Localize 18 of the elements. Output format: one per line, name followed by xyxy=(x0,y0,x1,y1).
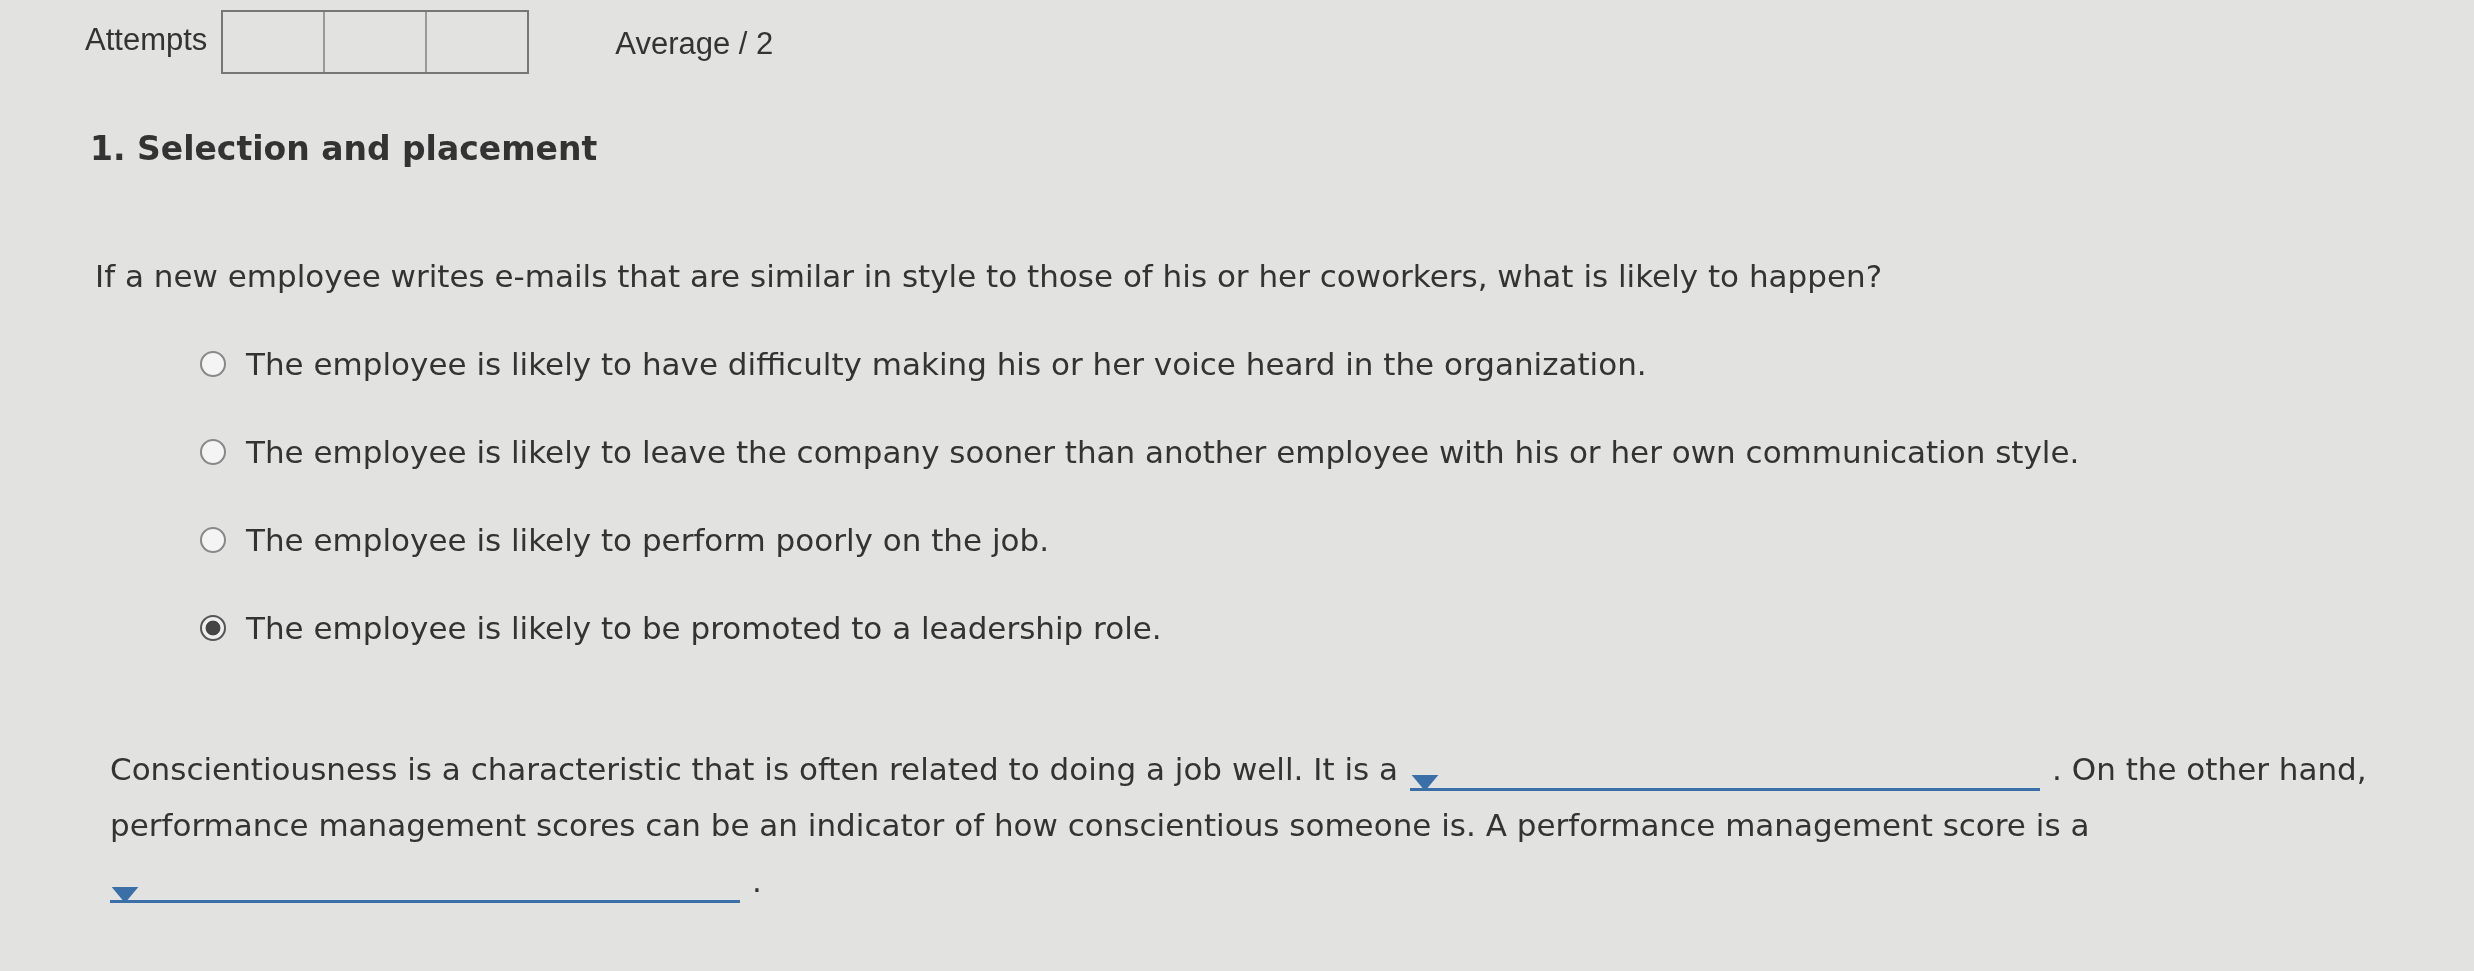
average-score: Average / 2 xyxy=(615,26,774,62)
caret-icon xyxy=(1410,775,1441,791)
passage-text: . xyxy=(752,862,762,901)
radio-button[interactable] xyxy=(200,615,226,641)
option-label[interactable]: The employee is likely to be promoted to a leadership role. xyxy=(246,610,1162,646)
passage-text: performance management scores can be an indicator of how conscientious someone is. A performance management score is a xyxy=(110,806,2090,845)
passage-text: . On the other hand, xyxy=(2052,750,2367,789)
radio-button[interactable] xyxy=(200,439,226,465)
attempts-label: Attempts xyxy=(85,22,208,58)
passage-text: Conscientiousness is a characteristic that is often related to doing a job well. It is a xyxy=(110,750,1399,789)
radio-button[interactable] xyxy=(200,527,226,553)
question-prompt: If a new employee writes e-mails that are similar in style to those of his or her coworkers, what is likely to happen? xyxy=(95,258,1884,294)
option-label[interactable]: The employee is likely to leave the company sooner than another employee with his or her own communication style. xyxy=(246,434,2080,470)
radio-button[interactable] xyxy=(200,351,226,377)
option-label[interactable]: The employee is likely to have difficulty making his or her voice heard in the organization. xyxy=(246,346,1647,382)
caret-icon xyxy=(110,887,140,903)
option-label[interactable]: The employee is likely to perform poorly on the job. xyxy=(246,522,1050,558)
question-title: 1. Selection and placement xyxy=(90,129,599,168)
